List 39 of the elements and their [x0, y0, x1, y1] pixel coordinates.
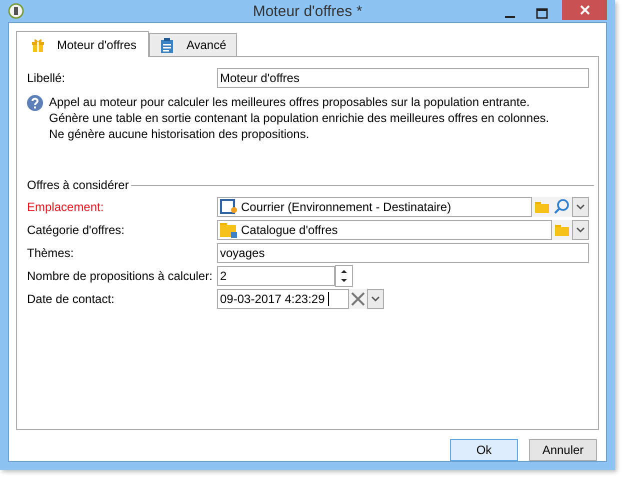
app-icon — [8, 3, 24, 19]
dropdown-button[interactable] — [572, 196, 589, 216]
tab[interactable]: Avancé — [149, 33, 238, 56]
clear-icon[interactable] — [349, 288, 367, 308]
clipboard-icon — [160, 38, 174, 52]
category-field[interactable]: Catalogue d'offres — [217, 220, 552, 240]
label-field[interactable]: Moteur d'offres — [217, 68, 589, 88]
spin-buttons[interactable] — [335, 264, 353, 286]
location-field[interactable]: Courrier (Environnement - Destinataire) — [217, 196, 532, 216]
location-icon — [220, 198, 238, 214]
tab[interactable]: Moteur d'offres — [16, 31, 150, 57]
date-field[interactable]: 09-03-2017 4:23:29 — [217, 288, 349, 308]
window-title: Moteur d'offres * — [252, 2, 362, 20]
section-title: Offres à considérer — [27, 178, 129, 192]
chevron-icon — [576, 226, 585, 232]
field-label: Catégorie d'offres: — [27, 222, 126, 236]
themes-field[interactable]: voyages — [217, 242, 589, 262]
chevron-icon — [576, 204, 585, 210]
field-label: Libellé: — [27, 70, 66, 84]
field-label: Thèmes: — [27, 246, 75, 260]
ok-button[interactable]: Ok — [450, 439, 518, 461]
dropdown-button[interactable] — [367, 288, 384, 308]
field-label: Nombre de propositions à calculer: — [27, 268, 214, 282]
folder-icon — [220, 222, 238, 238]
number-field[interactable]: 2 — [217, 266, 335, 286]
description-text: Appel au moteur pour calculer les meilleures offres proposables sur la population entrante. — [49, 94, 531, 110]
maximize-icon[interactable] — [536, 8, 548, 20]
description-text: Ne génère aucune historisation des propositions. — [49, 126, 310, 142]
gift-icon — [31, 38, 45, 52]
close-icon — [580, 5, 590, 15]
field-label: Date de contact: — [27, 292, 116, 306]
close-button[interactable] — [562, 0, 607, 20]
help-icon — [27, 95, 43, 111]
field-label: Emplacement: — [27, 200, 105, 214]
search-icon[interactable] — [552, 196, 572, 216]
cancel-button[interactable]: Annuler — [529, 439, 597, 461]
dropdown-button[interactable] — [572, 220, 589, 240]
description-text: Génère une table en sortie contenant la population enrichie des meilleures offres en colonnes. — [49, 110, 550, 126]
chevron-icon — [371, 296, 380, 302]
